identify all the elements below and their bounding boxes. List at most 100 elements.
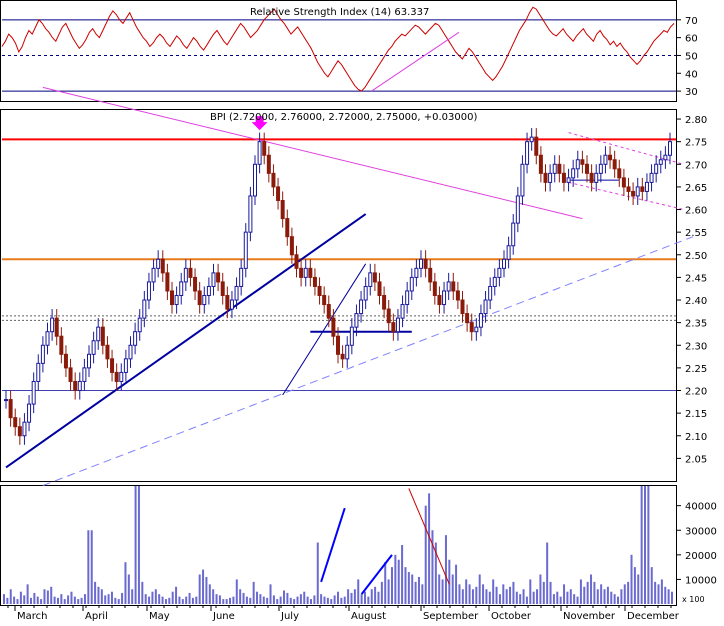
- volume-bar: [252, 581, 255, 604]
- volume-bar: [73, 596, 76, 604]
- price-bar: [142, 290, 147, 328]
- volume-bar: [552, 594, 555, 604]
- volume-bar: [104, 595, 107, 604]
- price-body: [465, 313, 470, 324]
- volume-bar: [620, 589, 623, 604]
- price-body: [160, 258, 165, 274]
- volume-bar: [195, 596, 198, 604]
- volume-bar: [256, 591, 259, 604]
- price-body: [317, 285, 322, 297]
- price-body: [27, 403, 32, 423]
- price-body: [183, 267, 188, 283]
- volume-bar: [131, 589, 134, 604]
- price-bar: [317, 277, 322, 305]
- price-bar: [557, 155, 562, 183]
- price-body: [31, 380, 36, 405]
- volume-bar: [613, 594, 616, 604]
- price-body: [594, 172, 599, 183]
- price-bar: [110, 349, 115, 382]
- price-bar: [548, 164, 553, 192]
- price-bar: [27, 395, 32, 432]
- price-body: [621, 177, 626, 188]
- price-bar: [668, 132, 672, 165]
- price-bar: [36, 354, 41, 391]
- price-body: [649, 172, 654, 183]
- volume-bar: [576, 596, 579, 604]
- price-bar: [128, 336, 133, 368]
- price-body: [63, 353, 68, 369]
- price-bar: [349, 318, 354, 355]
- price-bar: [488, 277, 493, 310]
- price-body: [239, 267, 244, 287]
- price-bar: [285, 209, 290, 246]
- volume-bar: [306, 596, 309, 604]
- volume-bar: [90, 530, 93, 604]
- price-bar: [137, 309, 142, 341]
- volume-bar: [384, 562, 387, 604]
- price-body: [478, 313, 483, 328]
- volume-bar: [262, 596, 265, 604]
- price-body: [442, 290, 447, 306]
- price-bar: [386, 300, 391, 332]
- price-bar: [552, 155, 557, 183]
- volume-bar: [343, 596, 346, 604]
- axes: March April May June July August September Octo…: [7, 605, 680, 622]
- volume-bar: [337, 591, 339, 604]
- price-bar: [248, 186, 253, 242]
- price-bar: [253, 155, 257, 206]
- price-body: [206, 285, 211, 297]
- volume-bar: [19, 591, 22, 604]
- price-body: [469, 322, 474, 333]
- volume-bar: [458, 584, 461, 604]
- volume-bar: [610, 591, 613, 604]
- volume-bar: [390, 567, 393, 604]
- volume-bar: [87, 530, 90, 604]
- price-bar: [497, 259, 502, 287]
- price-bar: [303, 259, 308, 287]
- price-bar: [165, 263, 170, 301]
- volume-bar: [421, 584, 424, 604]
- price-bar: [22, 413, 27, 445]
- price-body: [400, 304, 405, 319]
- price-bar: [566, 168, 571, 192]
- price-body: [492, 276, 497, 287]
- volume-bar: [178, 596, 181, 604]
- volume-bar: [515, 591, 518, 604]
- volume-bar: [229, 597, 232, 604]
- volume-bar: [397, 559, 400, 604]
- price-body: [575, 159, 580, 170]
- volume-bar: [357, 579, 360, 604]
- price-bar: [197, 281, 202, 314]
- price-body: [299, 267, 304, 278]
- price-bar: [635, 177, 640, 206]
- volume-bar: [333, 595, 336, 604]
- volume-bar: [33, 592, 36, 604]
- volume-bar: [175, 586, 178, 604]
- price-bar: [368, 263, 373, 296]
- price-bar: [123, 349, 128, 382]
- price-tick-label: 2.75: [685, 138, 707, 149]
- price-bar: [308, 259, 313, 287]
- price-bar: [617, 159, 622, 187]
- volume-bar: [438, 574, 441, 604]
- volume-bar: [16, 599, 19, 604]
- price-bar: [589, 164, 594, 192]
- volume-bar: [3, 594, 5, 604]
- volume-tick-label: 20000: [685, 551, 717, 562]
- price-bar: [534, 128, 539, 165]
- volume-bar: [509, 586, 512, 604]
- volume-bar: [158, 594, 161, 604]
- price-bar: [174, 286, 179, 314]
- volume-bar: [320, 594, 323, 604]
- price-body: [580, 159, 585, 165]
- price-bar: [146, 272, 151, 310]
- volume-bar: [303, 591, 306, 604]
- volume-bar: [171, 591, 174, 604]
- price-body: [525, 141, 530, 165]
- rsi-tick-label: 70: [685, 16, 698, 27]
- price-bar: [372, 263, 377, 291]
- price-bar: [17, 417, 22, 445]
- month-label: October: [491, 611, 532, 622]
- downtrend-line: [42, 86, 583, 220]
- price-body: [561, 172, 566, 183]
